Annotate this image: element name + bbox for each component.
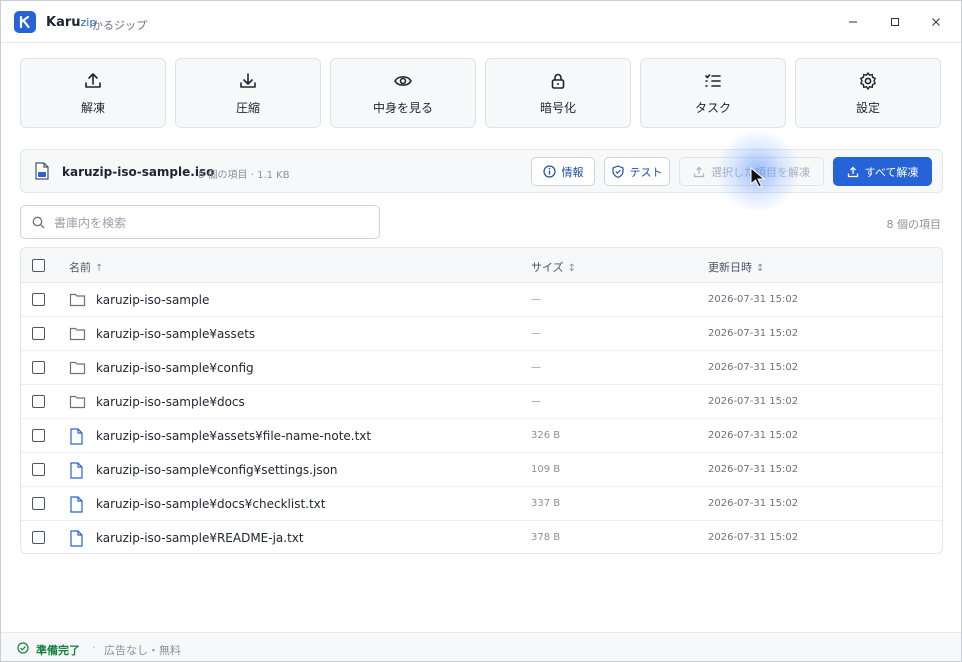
lock-icon <box>551 73 565 89</box>
file-modified: 2026-07-31 15:02 <box>708 498 799 509</box>
gear-icon <box>860 71 876 90</box>
row-checkbox[interactable] <box>32 531 45 544</box>
table-row[interactable]: karuzip-iso-sample¥assets — 2026-07-31 1… <box>21 317 942 351</box>
encrypt-button[interactable]: 暗号化 <box>485 58 631 128</box>
file-icon <box>70 496 83 513</box>
file-size: 326 B <box>531 430 561 441</box>
file-modified: 2026-07-31 15:02 <box>708 328 799 339</box>
folder-icon <box>69 327 86 341</box>
row-checkbox[interactable] <box>32 327 45 340</box>
file-name: karuzip-iso-sample¥config¥settings.json <box>96 463 338 477</box>
status-text: 準備完了 <box>36 644 80 657</box>
upload-icon <box>85 72 101 88</box>
table-row[interactable]: karuzip-iso-sample¥config — 2026-07-31 1… <box>21 351 942 385</box>
archive-file-icon <box>35 162 49 180</box>
file-modified: 2026-07-31 15:02 <box>708 362 799 373</box>
app-logo-icon <box>14 11 36 33</box>
folder-icon <box>69 361 86 375</box>
table-row[interactable]: karuzip-iso-sample¥README-ja.txt 378 B 2… <box>21 521 942 553</box>
row-checkbox[interactable] <box>32 395 45 408</box>
file-name: karuzip-iso-sample¥docs¥checklist.txt <box>96 497 326 511</box>
row-checkbox[interactable] <box>32 293 45 306</box>
column-modified-header[interactable]: 更新日時 ↕ <box>708 259 764 275</box>
check-circle-icon <box>17 642 29 654</box>
table-row[interactable]: karuzip-iso-sample¥docs — 2026-07-31 15:… <box>21 385 942 419</box>
file-size: 337 B <box>531 498 561 509</box>
row-checkbox[interactable] <box>32 497 45 510</box>
file-name: karuzip-iso-sample¥assets <box>96 327 256 341</box>
shield-check-icon <box>611 165 624 178</box>
test-button[interactable]: テスト <box>604 157 670 186</box>
archive-file-name: karuzip-iso-sample.iso <box>62 165 215 179</box>
close-icon <box>932 18 940 26</box>
file-modified: 2026-07-31 15:02 <box>708 532 799 543</box>
status-separator: · <box>92 641 96 654</box>
maximize-button[interactable] <box>882 11 908 33</box>
file-modified: 2026-07-31 15:02 <box>708 464 799 475</box>
minimize-button[interactable] <box>840 11 866 33</box>
file-modified: 2026-07-31 15:02 <box>708 294 799 305</box>
mouse-cursor-icon <box>750 167 766 188</box>
extract-all-button[interactable]: すべて解凍 <box>833 157 932 186</box>
upload-icon <box>847 166 858 177</box>
column-size-header[interactable]: サイズ ↕ <box>531 259 576 275</box>
folder-icon <box>69 395 86 409</box>
select-all-checkbox[interactable] <box>32 259 45 272</box>
minimize-icon <box>849 21 857 23</box>
table-row[interactable]: karuzip-iso-sample — 2026-07-31 15:02 <box>21 283 942 317</box>
file-icon <box>70 462 83 479</box>
item-count: 8 個の項目 <box>886 218 942 231</box>
file-name: karuzip-iso-sample¥docs <box>96 395 245 409</box>
view-contents-button[interactable]: 中身を見る <box>330 58 476 128</box>
row-checkbox[interactable] <box>32 361 45 374</box>
extract-button[interactable]: 解凍 <box>20 58 166 128</box>
row-checkbox[interactable] <box>32 429 45 442</box>
file-size: — <box>531 396 541 407</box>
table-header: 名前 ↑ サイズ ↕ 更新日時 ↕ <box>21 248 942 283</box>
app-window: Karuzip かるジップ 解凍 圧縮 中身を見る 暗号化 タスク 設定 kar… <box>0 0 962 662</box>
task-list-icon <box>705 73 721 87</box>
file-modified: 2026-07-31 15:02 <box>708 396 799 407</box>
table-row[interactable]: karuzip-iso-sample¥docs¥checklist.txt 33… <box>21 487 942 521</box>
info-icon <box>542 165 556 178</box>
archive-info-bar: karuzip-iso-sample.iso 8 個の項目 · 1.1 KB 情… <box>20 149 943 193</box>
file-name: karuzip-iso-sample¥assets¥file-name-note… <box>96 429 372 443</box>
main-toolbar: 解凍 圧縮 中身を見る 暗号化 タスク 設定 <box>20 58 941 128</box>
status-note: 広告なし・無料 <box>104 644 181 657</box>
file-size: 109 B <box>531 464 561 475</box>
file-size: — <box>531 362 541 373</box>
info-button[interactable]: 情報 <box>531 157 595 186</box>
download-icon <box>240 72 256 88</box>
app-name: Karuzip <box>46 15 97 30</box>
search-input[interactable] <box>54 213 364 233</box>
archive-meta: 8 個の項目 · 1.1 KB <box>198 170 290 181</box>
app-subtitle: かるジップ <box>92 19 147 32</box>
file-modified: 2026-07-31 15:02 <box>708 430 799 441</box>
file-size: 378 B <box>531 532 561 543</box>
file-icon <box>70 428 83 445</box>
maximize-icon <box>891 18 899 26</box>
archive-search <box>20 205 380 239</box>
title-bar: Karuzip かるジップ <box>1 1 961 43</box>
row-checkbox[interactable] <box>32 463 45 476</box>
table-row[interactable]: karuzip-iso-sample¥config¥settings.json … <box>21 453 942 487</box>
file-size: — <box>531 294 541 305</box>
file-size: — <box>531 328 541 339</box>
file-name: karuzip-iso-sample <box>96 293 210 307</box>
settings-button[interactable]: 設定 <box>795 58 941 128</box>
status-bar: 準備完了 · 広告なし・無料 <box>1 632 961 661</box>
file-table: 名前 ↑ サイズ ↕ 更新日時 ↕ karuzip-iso-sample — 2026… <box>20 247 943 554</box>
upload-icon <box>693 166 705 177</box>
file-icon <box>70 530 83 547</box>
table-row[interactable]: karuzip-iso-sample¥assets¥file-name-note… <box>21 419 942 453</box>
folder-icon <box>69 293 86 307</box>
compress-button[interactable]: 圧縮 <box>175 58 321 128</box>
tasks-button[interactable]: タスク <box>640 58 786 128</box>
file-name: karuzip-iso-sample¥README-ja.txt <box>96 531 304 545</box>
column-name-header[interactable]: 名前 ↑ <box>69 259 103 275</box>
search-icon <box>32 216 45 229</box>
file-name: karuzip-iso-sample¥config <box>96 361 254 375</box>
eye-icon <box>394 75 412 86</box>
close-button[interactable] <box>923 11 949 33</box>
